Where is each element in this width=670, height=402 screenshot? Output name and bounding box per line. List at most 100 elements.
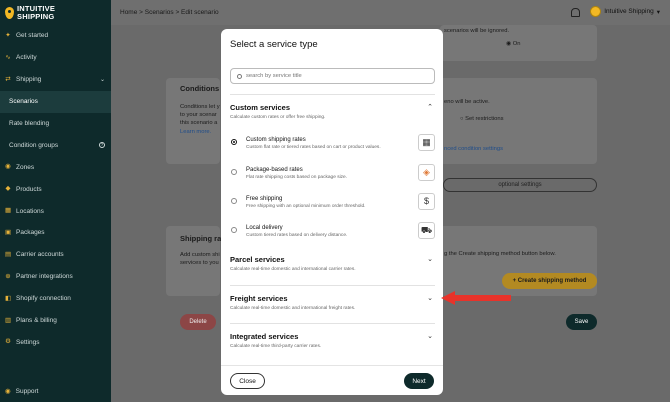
learn-more-link[interactable]: Learn more.	[180, 128, 211, 136]
next-button[interactable]: Next	[404, 373, 434, 389]
chevron-up-icon[interactable]: ⌃	[427, 103, 433, 111]
optional-settings-label: optional settings	[498, 182, 542, 188]
create-shipping-method-label: + Create shipping method	[512, 278, 587, 284]
sidebar-item-label: Scenarios	[9, 98, 38, 106]
sidebar-item-partner-integrations[interactable]: ⊕ Partner integrations	[0, 266, 111, 288]
search-box[interactable]	[230, 68, 435, 84]
sidebar-item-shopify-connection[interactable]: ◧ Shopify connection	[0, 288, 111, 310]
sidebar-item-label: Products	[16, 185, 42, 193]
radio-selected[interactable]	[231, 139, 237, 145]
conditions-title: Conditions	[180, 84, 220, 93]
sidebar-item-plans-billing[interactable]: ▥ Plans & billing	[0, 310, 111, 332]
chevron-down-icon: ⌄	[99, 77, 105, 84]
shipping-icon: ⇄	[5, 75, 11, 83]
sidebar-item-activity[interactable]: ∿ Activity	[0, 47, 111, 69]
delete-button[interactable]: Delete	[180, 314, 216, 330]
sidebar-item-condition-groups[interactable]: Condition groups?	[0, 134, 111, 156]
sidebar-item-settings[interactable]: ⚙ Settings	[0, 331, 111, 353]
globe-icon: ◉	[5, 163, 11, 171]
option-desc: Custom tiered rates based on delivery di…	[246, 233, 348, 238]
chevron-down-icon[interactable]: ⌄	[427, 332, 433, 340]
section-custom-services[interactable]: Custom services Calculate custom rates o…	[230, 103, 435, 120]
section-desc: Calculate custom rates or offer free shi…	[230, 115, 326, 120]
breadcrumb[interactable]: Home > Scenarios > Edit scenario	[120, 9, 219, 16]
sidebar-item-products[interactable]: ◆ Products	[0, 178, 111, 200]
sidebar-item-rate-blending[interactable]: Rate blending	[0, 113, 111, 135]
sidebar-item-locations[interactable]: ▦ Locations	[0, 200, 111, 222]
sidebar-item-packages[interactable]: ▣ Packages	[0, 222, 111, 244]
create-shipping-method-button[interactable]: + Create shipping method	[502, 273, 597, 289]
save-button[interactable]: Save	[566, 314, 597, 330]
radio-icon: ◉	[506, 41, 512, 47]
support-link[interactable]: ◉ Support	[5, 387, 39, 396]
divider	[230, 323, 435, 324]
conditions-desc-1: Conditions let y	[180, 104, 220, 110]
section-desc: Calculate real-time third-party carrier …	[230, 344, 322, 349]
sidebar-item-get-started[interactable]: ✦ Get started	[0, 25, 111, 47]
activity-icon: ∿	[5, 53, 11, 61]
radio[interactable]	[231, 227, 237, 233]
modal-title: Select a service type	[230, 39, 318, 50]
carrier-icon: ▤	[5, 250, 12, 258]
search-input[interactable]	[246, 73, 426, 79]
sidebar-item-carrier-accounts[interactable]: ▤ Carrier accounts	[0, 244, 111, 266]
section-title: Freight services	[230, 294, 288, 303]
radio[interactable]	[231, 198, 237, 204]
shipping-rates-desc-1: Add custom shi	[180, 252, 220, 258]
sidebar-item-label: Locations	[16, 207, 44, 215]
set-restrictions-radio[interactable]: ○ Set restrictions	[460, 115, 503, 123]
sidebar-item-shipping[interactable]: ⇄ Shipping ⌄	[0, 69, 111, 91]
option-free-shipping[interactable]: Free shipping Free shipping with an opti…	[230, 192, 435, 216]
sidebar-item-label: Shopify connection	[16, 295, 71, 303]
radio[interactable]	[231, 169, 237, 175]
option-title: Local delivery	[246, 225, 283, 231]
on-radio[interactable]: ◉ On	[506, 40, 520, 48]
option-package-based-rates[interactable]: Package-based rates Flat rate shipping c…	[230, 163, 435, 187]
top-bar: Home > Scenarios > Edit scenario Intuiti…	[111, 0, 670, 25]
logo[interactable]: INTUITIVE SHIPPING	[0, 0, 111, 25]
option-desc: Custom flat rate or tiered rates based o…	[246, 145, 381, 150]
bell-icon[interactable]	[571, 8, 580, 17]
divider	[230, 285, 435, 286]
rocket-icon: ✦	[5, 31, 11, 39]
create-hint-text: g the Create shipping method button belo…	[444, 251, 556, 257]
chevron-down-icon[interactable]: ⌄	[427, 255, 433, 263]
shipping-rates-title: Shipping rat	[180, 234, 224, 243]
advanced-condition-link[interactable]: nced condition settings	[444, 145, 503, 153]
set-restrictions-label: Set restrictions	[465, 116, 504, 122]
option-custom-shipping-rates[interactable]: Custom shipping rates Custom flat rate o…	[230, 133, 435, 157]
location-icon: ▦	[5, 207, 12, 215]
conditions-desc-2: to your scenar	[180, 112, 217, 118]
delete-label: Delete	[189, 319, 207, 325]
sidebar-item-scenarios[interactable]: Scenarios	[0, 90, 111, 113]
section-integrated-services[interactable]: Integrated services Calculate real-time …	[230, 332, 435, 349]
sidebar-item-zones[interactable]: ◉ Zones	[0, 156, 111, 178]
sidebar-item-label: Partner integrations	[16, 273, 73, 281]
avatar	[590, 6, 602, 17]
option-local-delivery[interactable]: Local delivery Custom tiered rates based…	[230, 221, 435, 245]
chevron-down-icon[interactable]: ⌄	[427, 294, 433, 302]
section-title: Parcel services	[230, 255, 285, 264]
package-icon: ▣	[5, 228, 12, 236]
conditions-desc-3: this scenario a	[180, 120, 218, 126]
close-button[interactable]: Close	[230, 373, 265, 389]
section-freight-services[interactable]: Freight services Calculate real-time dom…	[230, 294, 435, 311]
sidebar-item-label: Condition groups	[9, 141, 59, 149]
on-label: On	[512, 41, 521, 47]
link-icon: ⊕	[5, 272, 11, 280]
sidebar-item-label: Settings	[16, 338, 40, 346]
truck-icon: ⛟	[418, 222, 435, 239]
info-icon[interactable]: ?	[99, 142, 105, 149]
support-label: Support	[15, 387, 39, 395]
option-desc: Free shipping with an optional minimum o…	[246, 204, 366, 209]
modal-footer: Close Next	[221, 365, 443, 395]
shipping-rates-desc-2: services to you	[180, 260, 219, 266]
ignored-text: scenarios will be ignored.	[444, 28, 510, 34]
will-be-active-text: eno will be active.	[444, 99, 490, 105]
user-menu[interactable]: Intuitive Shipping ▾	[590, 6, 660, 17]
red-arrow-annotation	[441, 291, 511, 305]
optional-settings-button[interactable]: optional settings	[443, 178, 597, 192]
tag-icon: ◆	[5, 185, 11, 193]
option-desc: Flat rate shipping costs based on packag…	[246, 175, 348, 180]
section-parcel-services[interactable]: Parcel services Calculate real-time dome…	[230, 255, 435, 272]
